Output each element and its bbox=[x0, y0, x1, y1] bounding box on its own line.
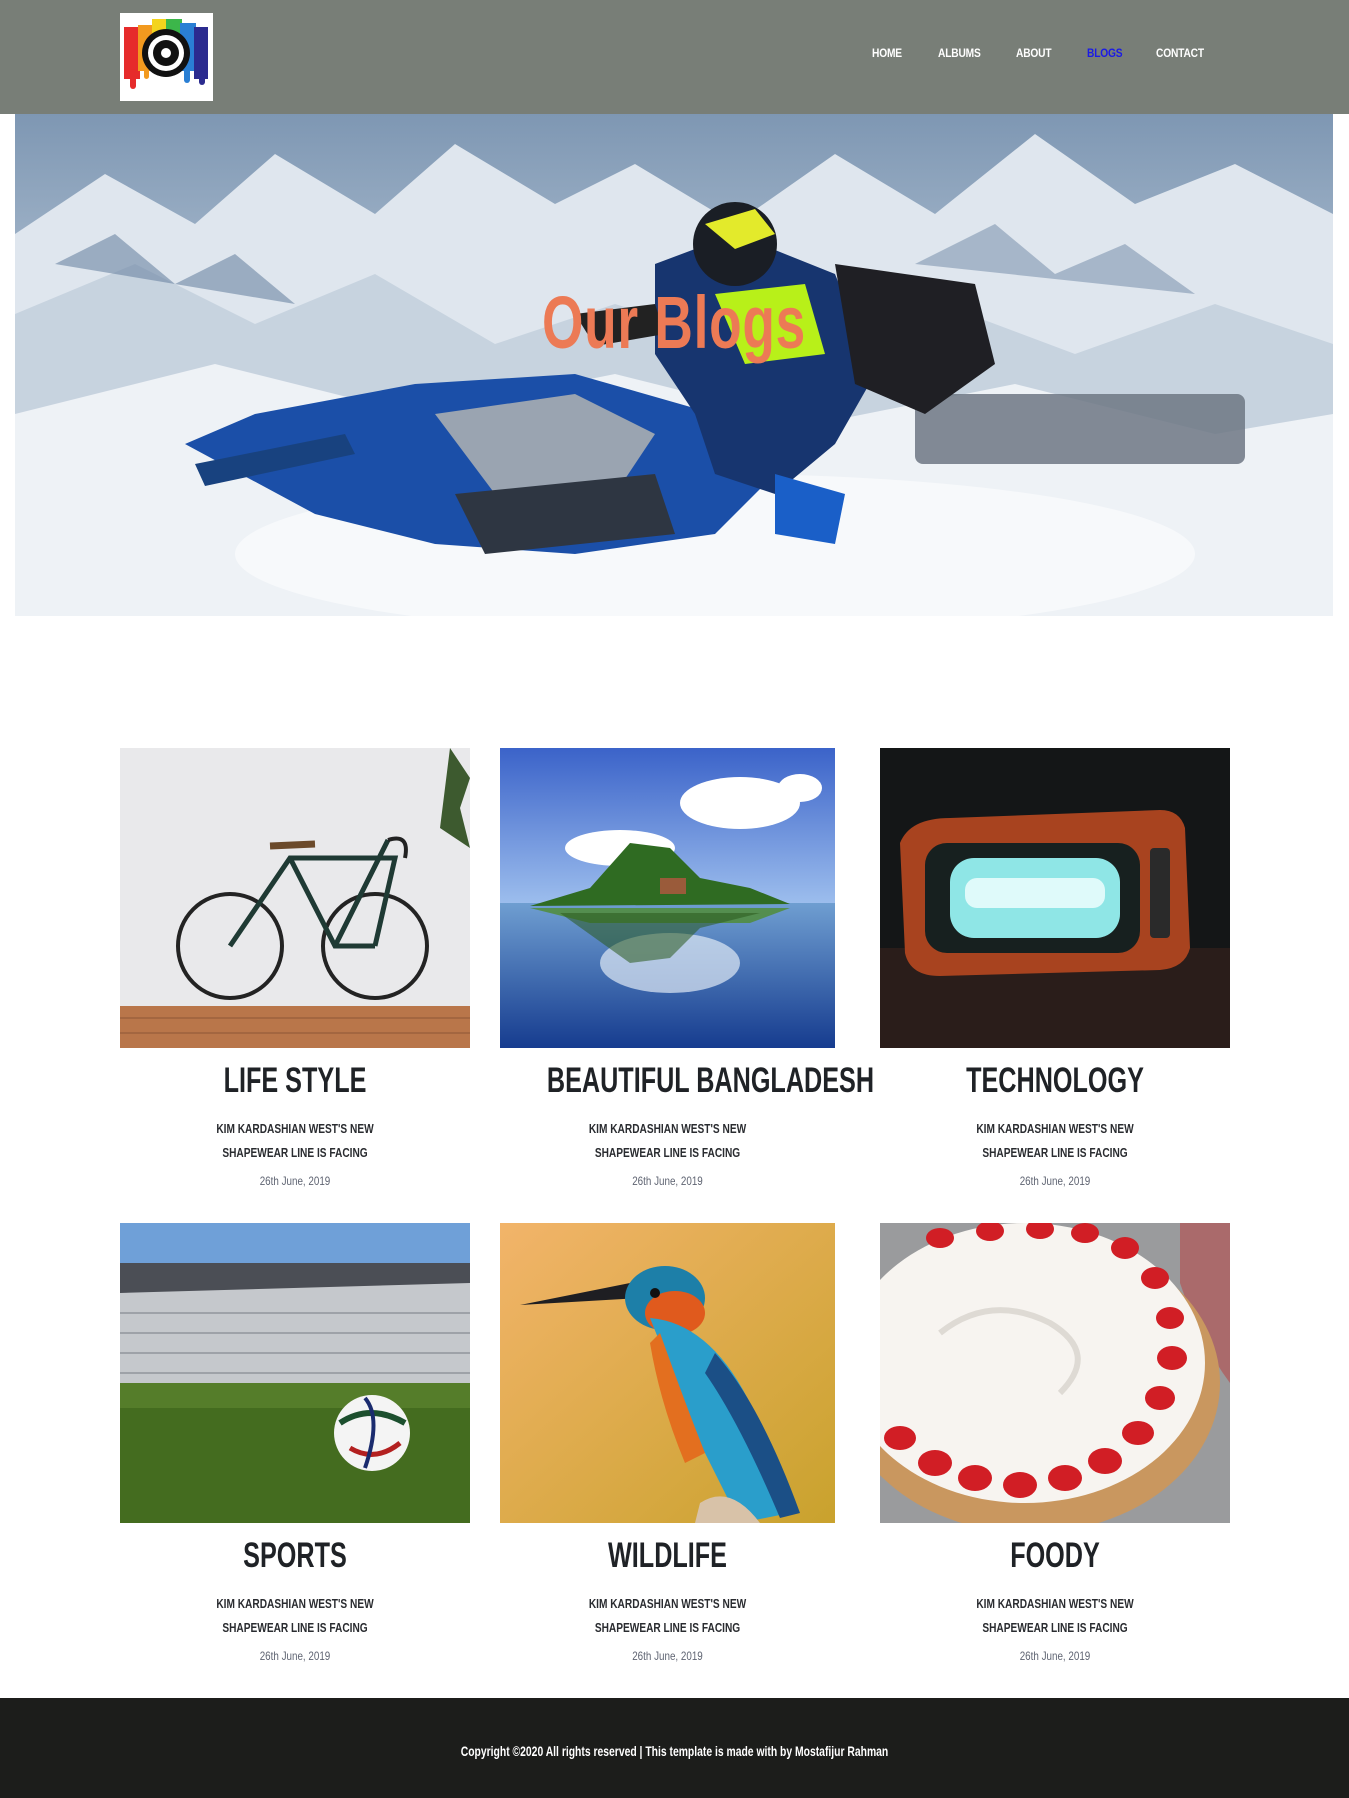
blog-excerpt: KIM KARDASHIAN WEST'S NEW SHAPEWEAR LINE… bbox=[976, 1121, 1134, 1160]
blog-title[interactable]: SPORTS bbox=[169, 1536, 421, 1576]
copyright-text: Copyright ©2020 All rights reserved | Th… bbox=[460, 1743, 889, 1759]
main-nav: HOME ALBUMS ABOUT BLOGS CONTACT bbox=[0, 46, 1349, 66]
blog-excerpt: KIM KARDASHIAN WEST'S NEW SHAPEWEAR LINE… bbox=[216, 1121, 374, 1160]
kingfisher-photo bbox=[500, 1223, 835, 1523]
nav-contact[interactable]: CONTACT bbox=[1156, 46, 1204, 60]
snowmobile-hero-photo bbox=[15, 114, 1333, 616]
blog-image[interactable] bbox=[120, 748, 470, 1048]
blog-title[interactable]: BEAUTIFUL BANGLADESH bbox=[547, 1061, 874, 1101]
blog-title[interactable]: LIFE STYLE bbox=[169, 1061, 421, 1101]
blog-date: 26th June, 2019 bbox=[259, 1174, 331, 1188]
blog-image[interactable] bbox=[500, 748, 835, 1048]
site-footer: Copyright ©2020 All rights reserved | Th… bbox=[0, 1698, 1349, 1798]
blog-excerpt: KIM KARDASHIAN WEST'S NEW SHAPEWEAR LINE… bbox=[588, 1121, 747, 1160]
blog-date: 26th June, 2019 bbox=[1019, 1649, 1091, 1663]
nav-about[interactable]: ABOUT bbox=[1016, 46, 1052, 60]
blog-excerpt: KIM KARDASHIAN WEST'S NEW SHAPEWEAR LINE… bbox=[588, 1596, 747, 1635]
hero-banner: Our Blogs bbox=[15, 114, 1333, 616]
retro-tv-photo bbox=[880, 748, 1230, 1048]
blog-date: 26th June, 2019 bbox=[259, 1649, 331, 1663]
blog-image[interactable] bbox=[880, 748, 1230, 1048]
bicycle-photo bbox=[120, 748, 470, 1048]
nav-home[interactable]: HOME bbox=[872, 46, 902, 60]
football-stadium-photo bbox=[120, 1223, 470, 1523]
blog-excerpt: KIM KARDASHIAN WEST'S NEW SHAPEWEAR LINE… bbox=[216, 1596, 374, 1635]
blog-title[interactable]: TECHNOLOGY bbox=[929, 1061, 1181, 1101]
nav-albums[interactable]: ALBUMS bbox=[938, 46, 981, 60]
strawberry-cake-photo bbox=[880, 1223, 1230, 1523]
site-header: HOME ALBUMS ABOUT BLOGS CONTACT bbox=[0, 0, 1349, 114]
blog-date: 26th June, 2019 bbox=[632, 1649, 703, 1663]
blog-image[interactable] bbox=[120, 1223, 470, 1523]
blog-title[interactable]: FOODY bbox=[929, 1536, 1181, 1576]
hero-title: Our Blogs bbox=[541, 281, 807, 364]
nav-blogs[interactable]: BLOGS bbox=[1087, 46, 1123, 60]
blog-image[interactable] bbox=[500, 1223, 835, 1523]
blog-date: 26th June, 2019 bbox=[1019, 1174, 1091, 1188]
blog-date: 26th June, 2019 bbox=[632, 1174, 703, 1188]
island-lake-photo bbox=[500, 748, 835, 1048]
blog-title[interactable]: WILDLIFE bbox=[547, 1536, 788, 1576]
blog-image[interactable] bbox=[880, 1223, 1230, 1523]
blog-excerpt: KIM KARDASHIAN WEST'S NEW SHAPEWEAR LINE… bbox=[976, 1596, 1134, 1635]
